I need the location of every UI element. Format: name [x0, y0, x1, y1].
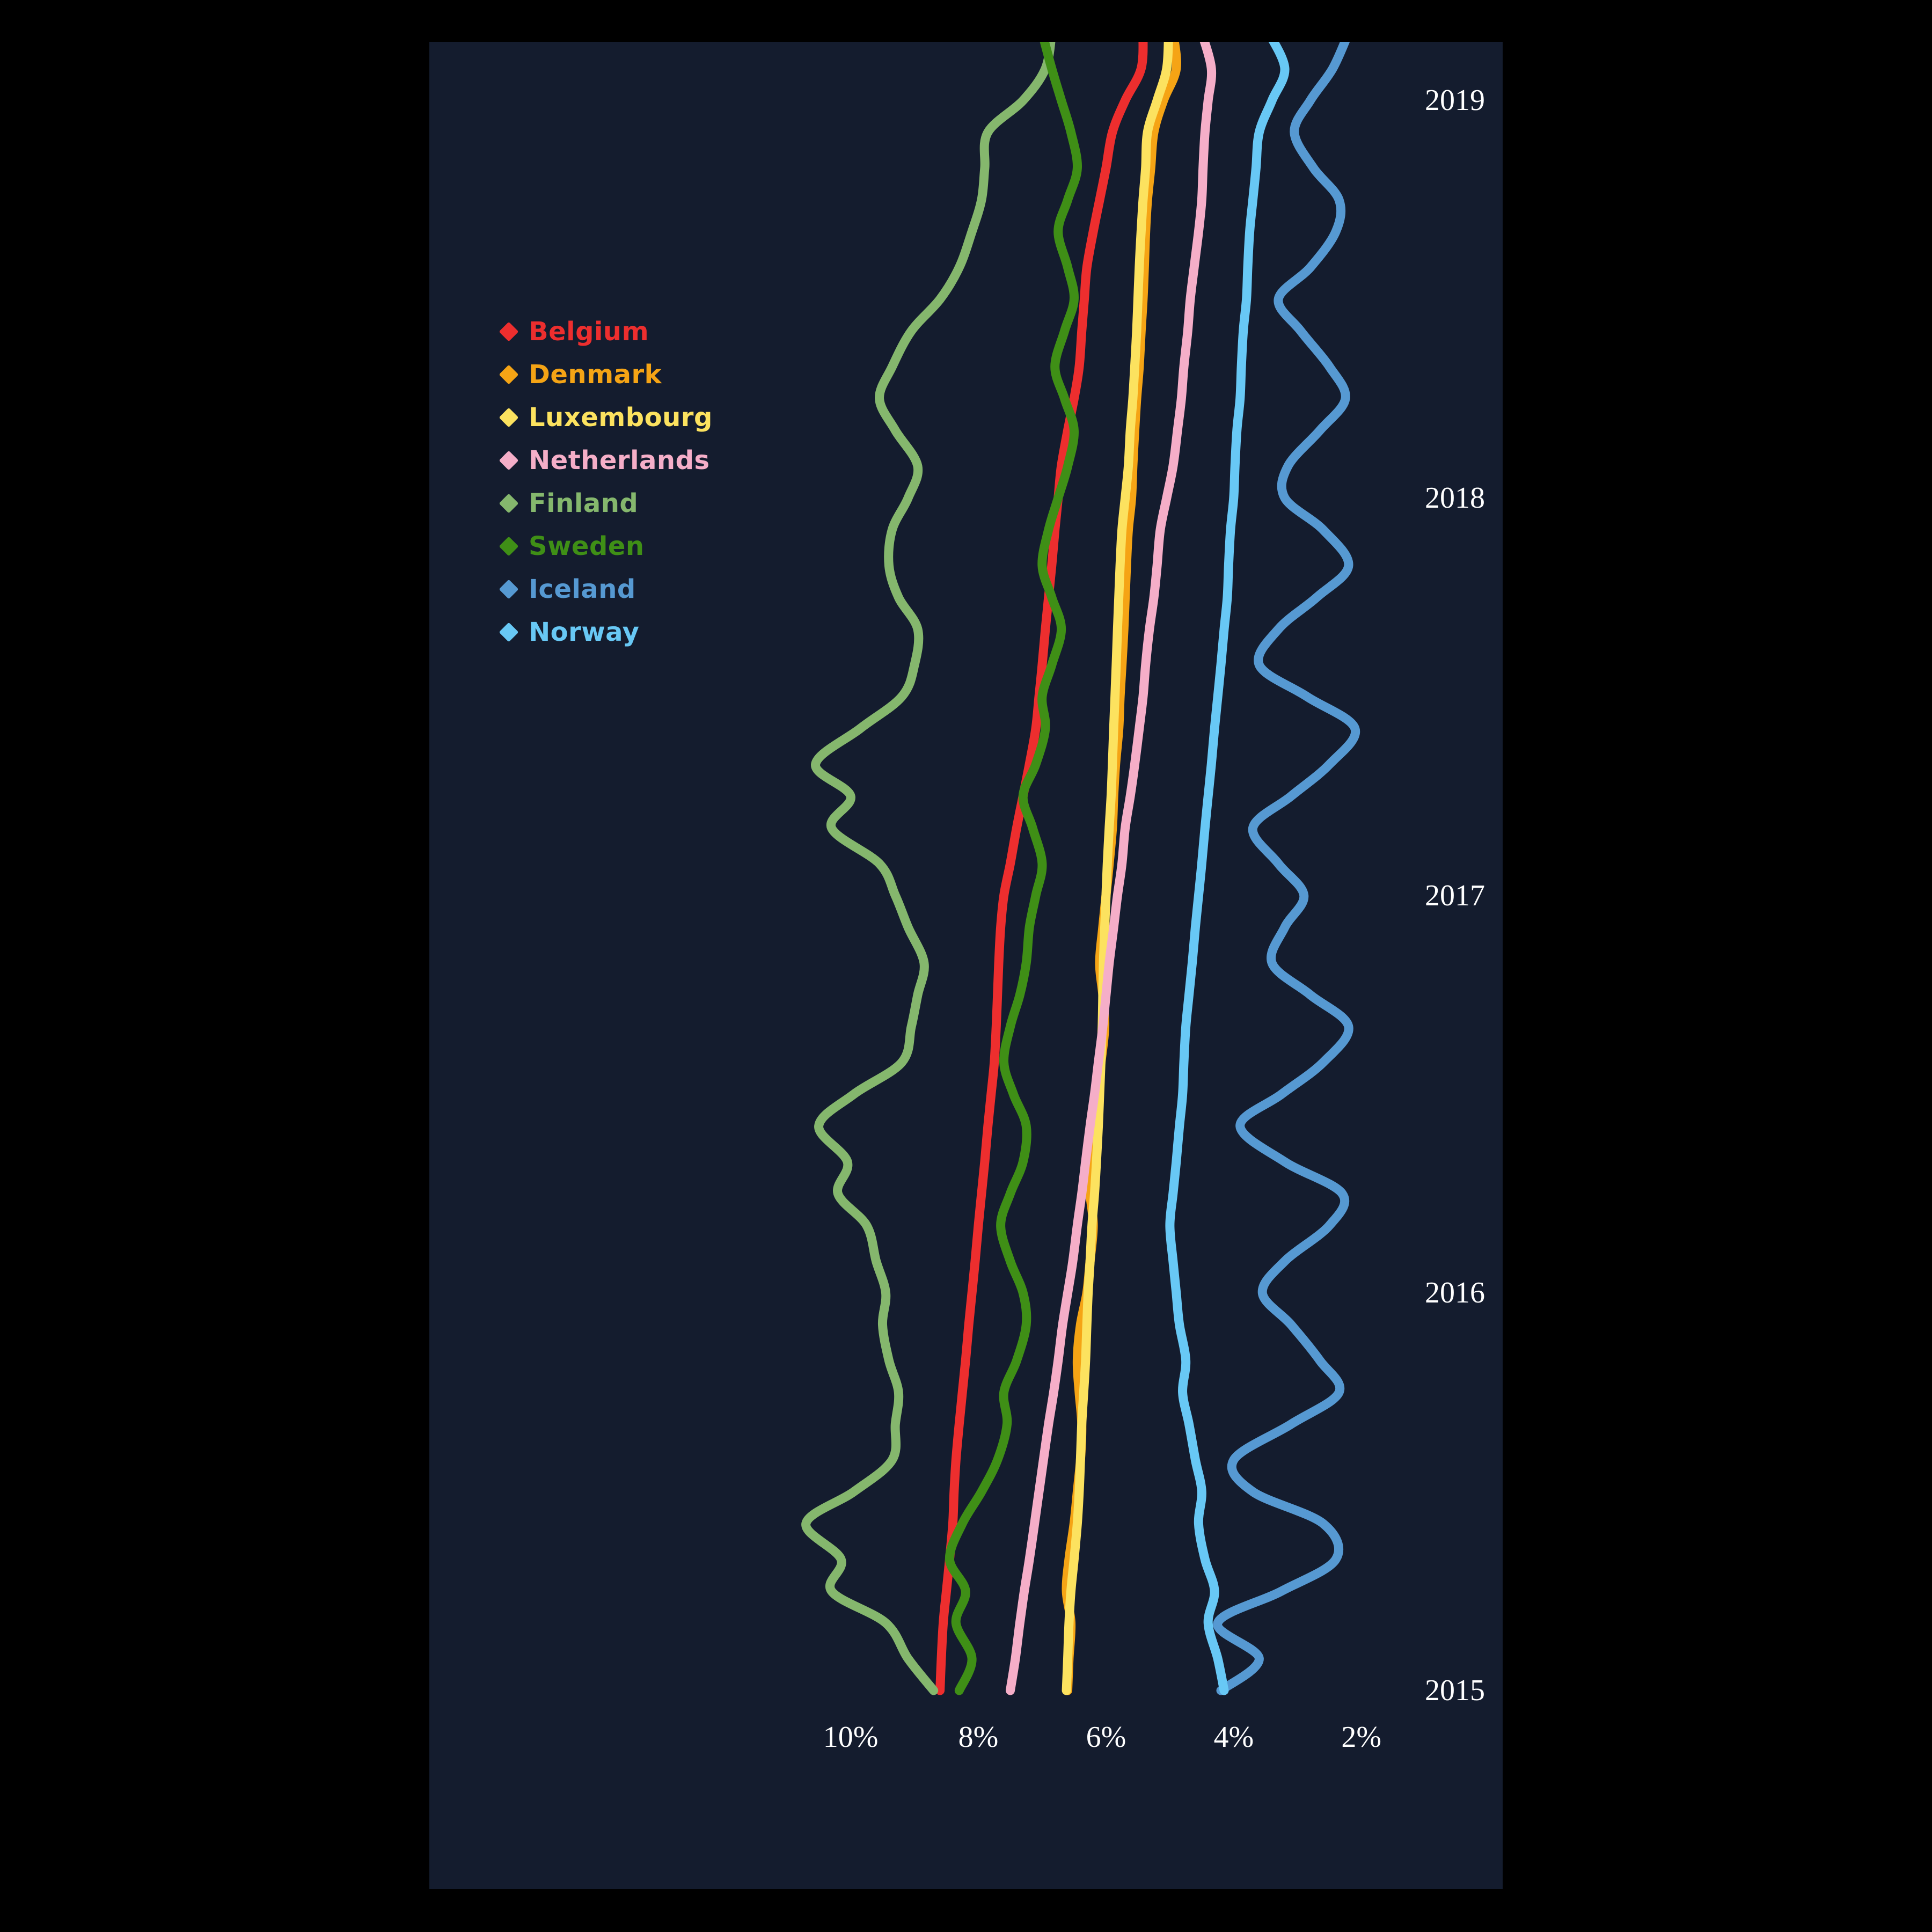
legend-diamond-icon	[499, 579, 519, 599]
legend-item-label: Belgium	[529, 317, 649, 347]
y-tick-label: 2018	[1425, 481, 1485, 515]
legend-diamond-icon	[499, 450, 519, 471]
y-tick-label: 2016	[1425, 1276, 1485, 1310]
legend-item-norway[interactable]: Norway	[499, 611, 713, 654]
legend-diamond-icon	[499, 407, 519, 428]
y-tick-label: 2015	[1425, 1674, 1485, 1707]
legend-item-label: Denmark	[529, 360, 662, 390]
legend-diamond-icon	[499, 622, 519, 642]
x-tick-label: 8%	[958, 1721, 999, 1754]
x-tick-label: 10%	[823, 1721, 879, 1754]
legend-item-label: Finland	[529, 488, 639, 518]
legend-item-label: Netherlands	[529, 445, 710, 475]
legend-diamond-icon	[499, 364, 519, 385]
legend-diamond-icon	[499, 493, 519, 514]
legend: Belgium Denmark Luxembourg Netherlands Finla…	[499, 310, 713, 654]
legend-item-iceland[interactable]: Iceland	[499, 568, 713, 611]
legend-diamond-icon	[499, 321, 519, 342]
legend-item-label: Sweden	[529, 531, 645, 561]
legend-item-denmark[interactable]: Denmark	[499, 353, 713, 396]
legend-item-label: Luxembourg	[529, 402, 713, 433]
legend-item-finland[interactable]: Finland	[499, 482, 713, 525]
x-tick-label: 4%	[1213, 1721, 1254, 1754]
legend-item-label: Iceland	[529, 574, 636, 604]
y-tick-label: 2019	[1425, 84, 1485, 118]
legend-item-luxembourg[interactable]: Luxembourg	[499, 396, 713, 439]
x-tick-label: 6%	[1086, 1721, 1126, 1754]
legend-item-label: Norway	[529, 617, 640, 647]
legend-item-sweden[interactable]: Sweden	[499, 525, 713, 568]
chart-canvas: Belgium Denmark Luxembourg Netherlands Finla…	[0, 0, 1932, 1932]
legend-diamond-icon	[499, 536, 519, 557]
legend-item-netherlands[interactable]: Netherlands	[499, 439, 713, 482]
legend-item-belgium[interactable]: Belgium	[499, 310, 713, 353]
x-tick-label: 2%	[1341, 1721, 1382, 1754]
y-tick-label: 2017	[1425, 879, 1485, 912]
